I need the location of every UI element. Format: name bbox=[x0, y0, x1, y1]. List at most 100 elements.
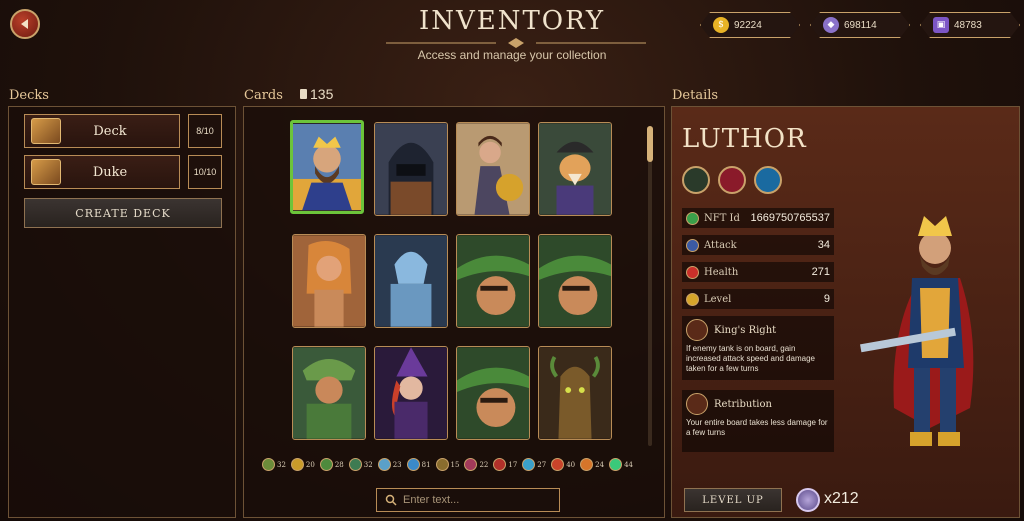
filter-icon bbox=[406, 458, 420, 471]
card-ranger[interactable] bbox=[456, 234, 530, 328]
currency-gold: $ 92224 bbox=[700, 12, 800, 38]
card-warrior-maiden[interactable] bbox=[456, 122, 530, 216]
filter-icon bbox=[290, 458, 304, 471]
stat-value: 271 bbox=[811, 266, 830, 278]
search-box[interactable] bbox=[376, 488, 560, 512]
filter-icon bbox=[435, 458, 449, 471]
card-ranger[interactable] bbox=[538, 234, 612, 328]
card-art bbox=[375, 347, 447, 439]
filter-item[interactable]: 32 bbox=[348, 458, 373, 471]
filter-item[interactable]: 28 bbox=[319, 458, 344, 471]
filter-count: 44 bbox=[624, 460, 633, 469]
stat-value: 1669750765537 bbox=[750, 212, 830, 224]
card-ranger[interactable] bbox=[456, 346, 530, 440]
level-icon bbox=[686, 292, 699, 306]
card-luthor[interactable] bbox=[290, 120, 364, 214]
create-deck-button[interactable]: CREATE DECK bbox=[24, 198, 222, 228]
deck-row[interactable]: Deck 8/10 bbox=[24, 114, 222, 148]
stat-label: Level bbox=[704, 293, 732, 305]
hero-portrait bbox=[860, 216, 974, 446]
search-input[interactable] bbox=[403, 494, 543, 506]
stat-attack: Attack 34 bbox=[682, 235, 834, 255]
helmet-icon[interactable] bbox=[682, 166, 710, 194]
cards-stack-icon bbox=[300, 89, 307, 99]
level-token-count: x212 bbox=[824, 490, 859, 507]
filter-icon bbox=[377, 458, 391, 471]
deck-row[interactable]: Duke 10/10 bbox=[24, 155, 222, 189]
filter-count: 32 bbox=[277, 460, 286, 469]
stat-level: Level 9 bbox=[682, 289, 834, 309]
stat-label: Attack bbox=[704, 239, 737, 251]
card-art bbox=[293, 235, 365, 327]
stat-label: NFT Id bbox=[704, 212, 740, 224]
card-ice-spirit[interactable] bbox=[374, 234, 448, 328]
filter-item[interactable]: 40 bbox=[551, 458, 575, 471]
currency-value: 48783 bbox=[954, 19, 982, 31]
card-art bbox=[457, 347, 529, 439]
card-witch[interactable] bbox=[374, 346, 448, 440]
card-art bbox=[539, 235, 611, 327]
deck-name: Deck bbox=[93, 123, 127, 139]
fire-gem-icon[interactable] bbox=[718, 166, 746, 194]
filter-item[interactable]: 81 bbox=[406, 458, 431, 471]
frost-orb-icon[interactable] bbox=[754, 166, 782, 194]
cards-count-value: 135 bbox=[310, 86, 334, 102]
filter-item[interactable]: 32 bbox=[262, 458, 286, 471]
filter-icon bbox=[464, 458, 478, 471]
filter-item[interactable]: 27 bbox=[522, 458, 546, 471]
card-art bbox=[293, 123, 361, 211]
currency-gems: ◆ 698114 bbox=[810, 12, 910, 38]
stat-nft-id: NFT Id 1669750765537 bbox=[682, 208, 834, 228]
filter-item[interactable]: 24 bbox=[580, 458, 604, 471]
filter-count: 40 bbox=[566, 460, 576, 469]
filter-count: 81 bbox=[421, 460, 431, 469]
card-amazon[interactable] bbox=[292, 234, 366, 328]
deck-chest-icon bbox=[31, 118, 61, 144]
cards-title: Cards bbox=[244, 88, 283, 103]
filter-item[interactable]: 17 bbox=[493, 458, 517, 471]
deck-button[interactable]: Duke bbox=[24, 155, 180, 189]
filter-item[interactable]: 20 bbox=[290, 458, 315, 471]
nft-id-icon bbox=[686, 211, 699, 225]
filter-count: 15 bbox=[450, 460, 460, 469]
details-title: Details bbox=[672, 88, 719, 103]
filter-count: 24 bbox=[595, 460, 605, 469]
card-art bbox=[539, 123, 611, 215]
skill-description: Your entire board takes less damage for … bbox=[686, 418, 828, 437]
search-icon bbox=[385, 494, 397, 506]
hero-name: LUTHOR bbox=[682, 124, 807, 154]
card-art bbox=[375, 123, 447, 215]
card-druid[interactable] bbox=[292, 346, 366, 440]
cards-scrollbar[interactable] bbox=[647, 126, 653, 446]
filter-item[interactable]: 44 bbox=[609, 458, 633, 471]
page-subtitle: Access and manage your collection bbox=[417, 48, 607, 62]
skill-description: If enemy tank is on board, gain increase… bbox=[686, 344, 815, 373]
token-icon: ▣ bbox=[933, 17, 949, 33]
filter-icon bbox=[319, 458, 333, 471]
level-token-icon bbox=[796, 488, 820, 512]
level-up-button[interactable]: LEVEL UP bbox=[684, 488, 782, 512]
card-art bbox=[457, 123, 529, 215]
filter-icon bbox=[348, 458, 362, 471]
card-fox-thief[interactable] bbox=[538, 122, 612, 216]
card-art bbox=[539, 347, 611, 439]
filter-item[interactable]: 15 bbox=[435, 458, 460, 471]
deck-button[interactable]: Deck bbox=[24, 114, 180, 148]
card-art bbox=[457, 235, 529, 327]
kings-right-icon bbox=[686, 319, 708, 341]
filter-count: 17 bbox=[508, 460, 518, 469]
stat-value: 34 bbox=[817, 239, 830, 251]
skill-name: King's Right bbox=[714, 324, 777, 336]
card-art bbox=[293, 347, 365, 439]
filter-count: 28 bbox=[334, 460, 344, 469]
card-hooded-rogue[interactable] bbox=[374, 122, 448, 216]
filter-item[interactable]: 23 bbox=[377, 458, 402, 471]
filter-count: 32 bbox=[363, 460, 373, 469]
gem-icon: ◆ bbox=[823, 17, 839, 33]
scrollbar-thumb[interactable] bbox=[647, 126, 653, 162]
currency-value: 92224 bbox=[734, 19, 762, 31]
filter-item[interactable]: 22 bbox=[464, 458, 488, 471]
card-treant[interactable] bbox=[538, 346, 612, 440]
heart-icon bbox=[686, 265, 699, 279]
deck-count: 10/10 bbox=[188, 155, 222, 189]
